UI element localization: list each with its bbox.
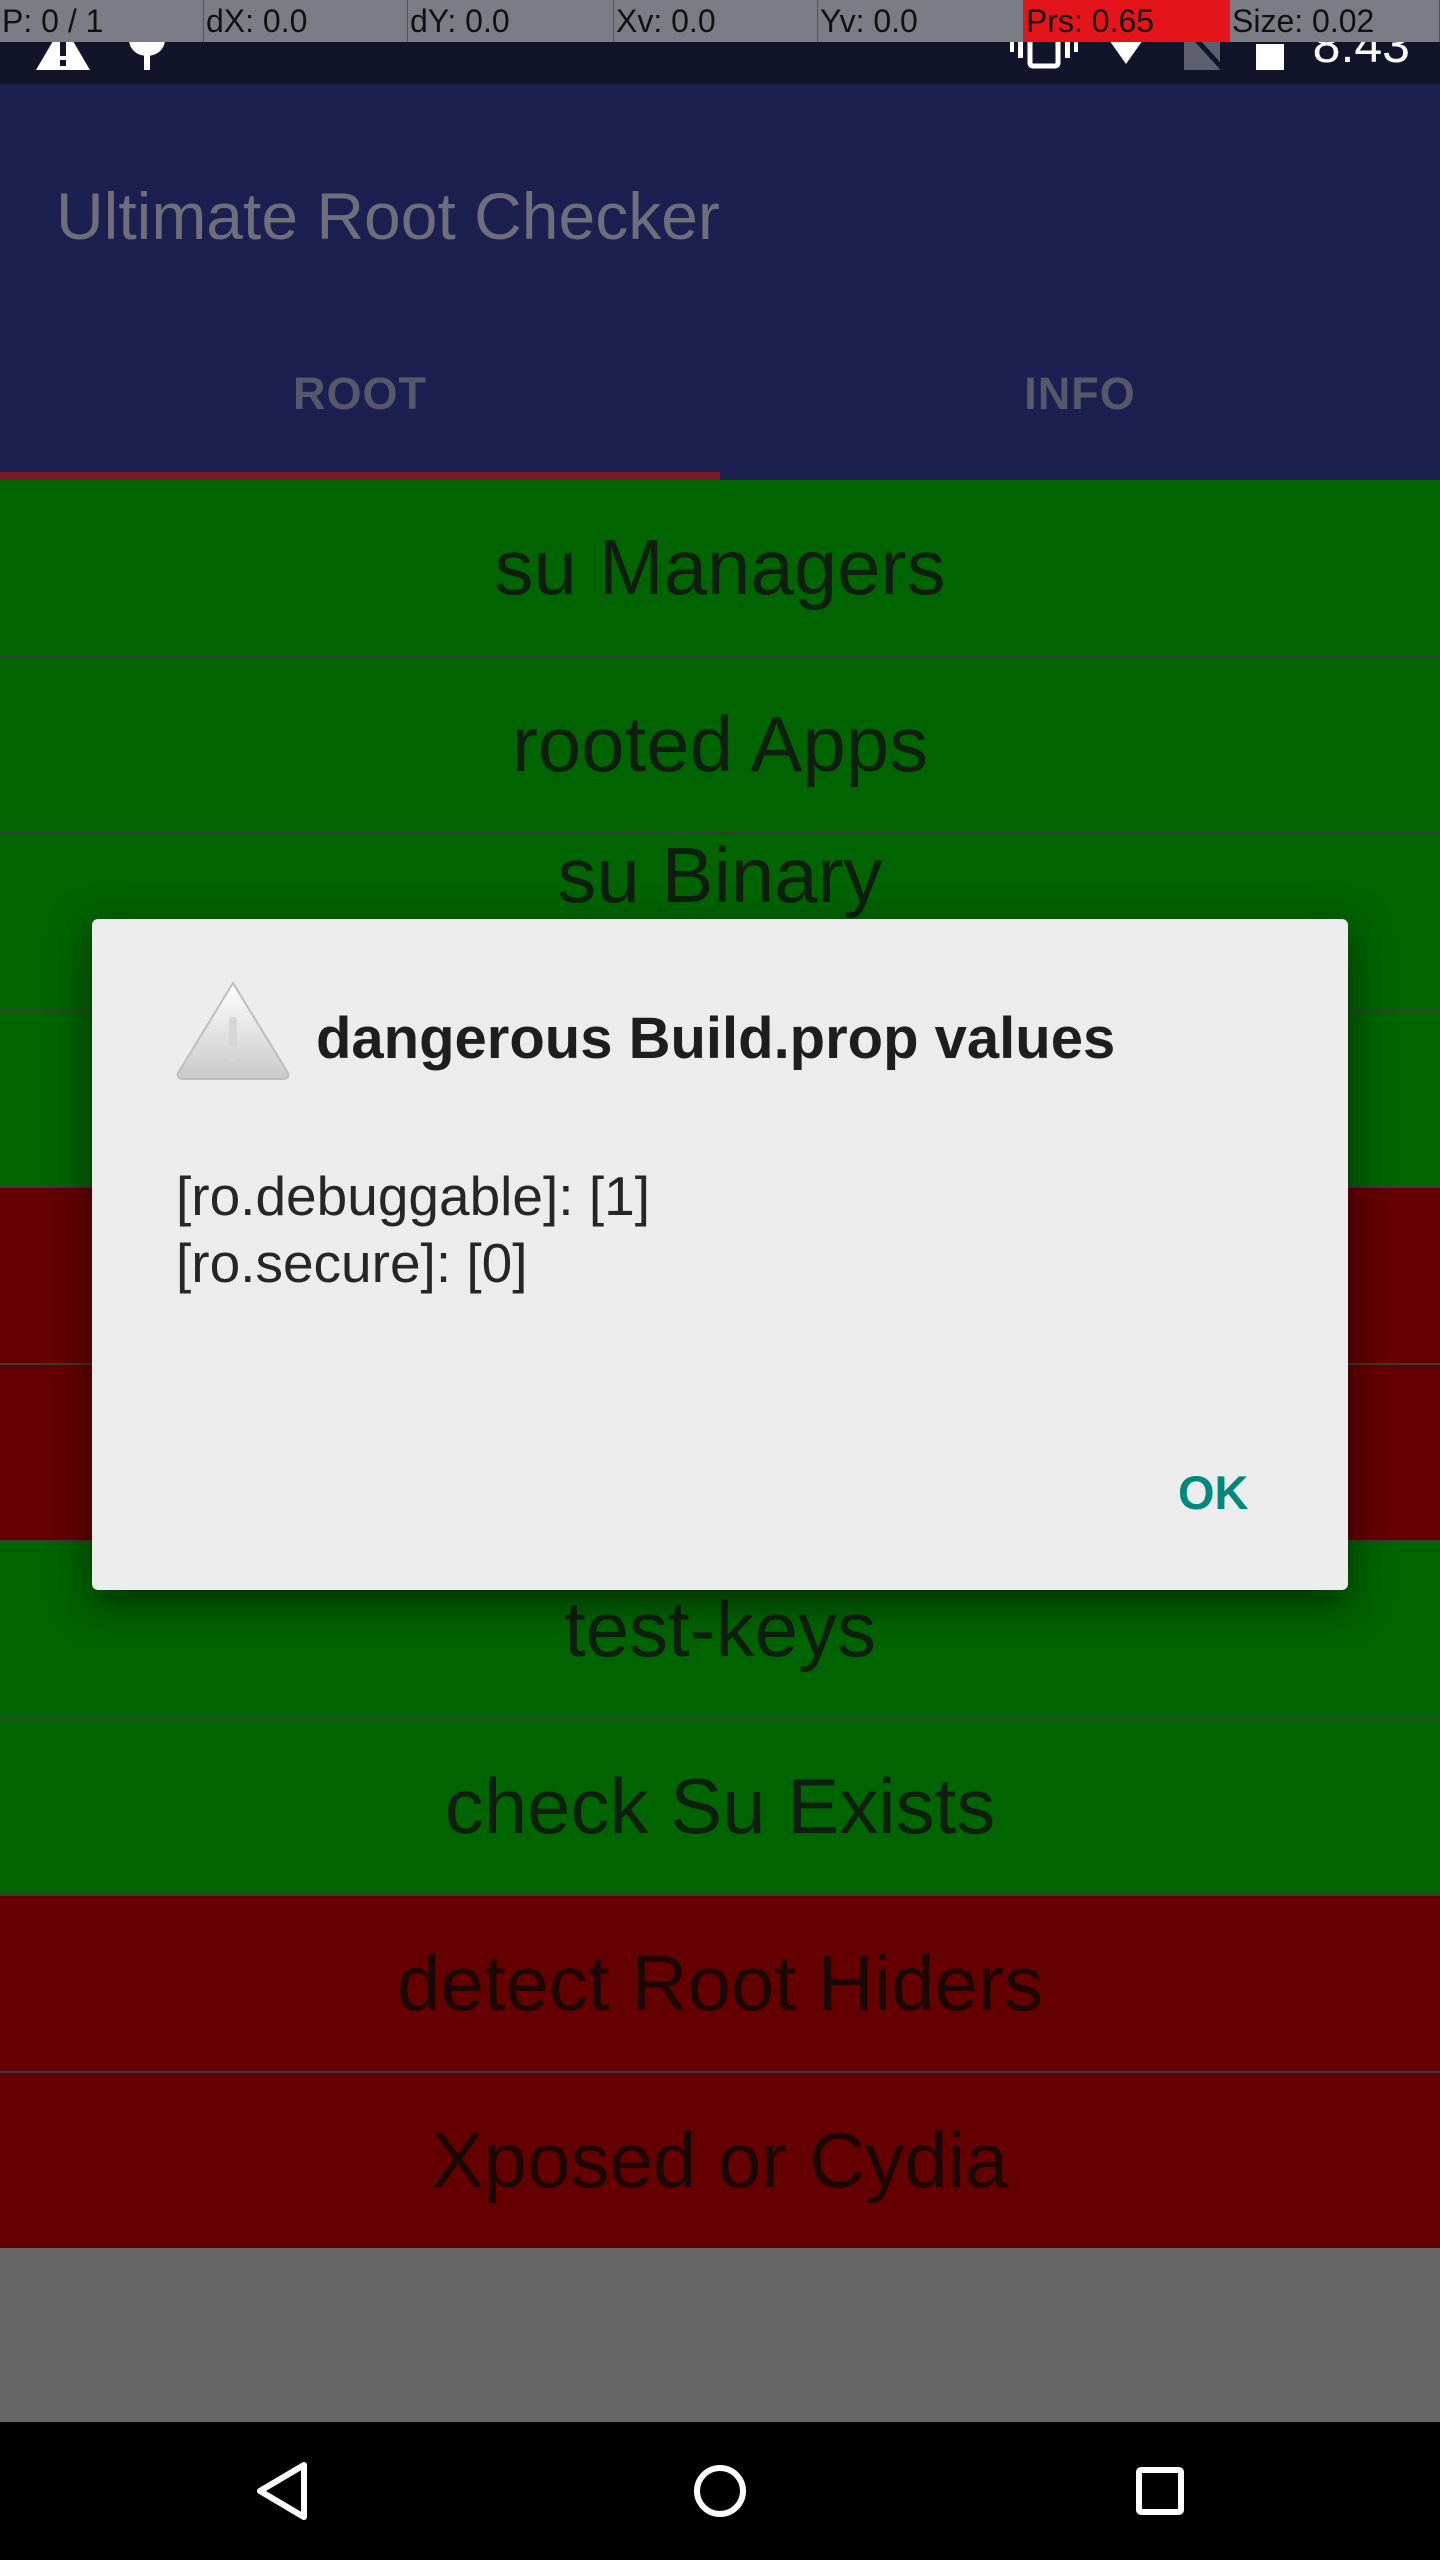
tab-info[interactable]: INFO	[720, 84, 1440, 480]
home-button[interactable]	[650, 2422, 790, 2560]
debug-pressure: Prs: 0.65	[1024, 0, 1230, 42]
dialog-message: [ro.debuggable]: [1] [ro.secure]: [0]	[176, 1163, 650, 1297]
back-icon	[257, 2462, 307, 2520]
check-row-su-managers[interactable]: su Managers	[0, 480, 1440, 657]
check-row-check-su-exists[interactable]: check Su Exists	[0, 1719, 1440, 1896]
debug-xv: Xv: 0.0	[614, 0, 818, 42]
debug-pointer-count: P: 0 / 1	[0, 0, 204, 42]
check-label: test-keys	[563, 1585, 877, 1673]
tab-label: INFO	[1024, 368, 1136, 419]
warning-icon	[176, 981, 290, 1080]
dialog-message-line: [ro.debuggable]: [1]	[176, 1165, 650, 1227]
check-row-detect-root-hiders[interactable]: detect Root Hiders	[0, 1896, 1440, 2073]
debug-yv: Yv: 0.0	[818, 0, 1024, 42]
navigation-bar	[0, 2422, 1440, 2560]
debug-dx: dX: 0.0	[204, 0, 408, 42]
tab-root[interactable]: ROOT	[0, 84, 720, 480]
tab-selected-indicator	[0, 472, 720, 480]
check-row-xposed-or-cydia[interactable]: Xposed or Cydia	[0, 2073, 1440, 2250]
check-label: detect Root Hiders	[397, 1939, 1043, 2027]
recents-icon	[1136, 2467, 1184, 2515]
debug-size: Size: 0.02	[1230, 0, 1440, 42]
dialog-title: dangerous Build.prop values	[316, 1006, 1116, 1071]
check-label: su Binary	[557, 831, 883, 919]
check-label: check Su Exists	[444, 1762, 996, 1850]
check-label: Xposed or Cydia	[431, 2116, 1009, 2204]
check-label: su Managers	[494, 523, 946, 611]
home-icon	[694, 2465, 746, 2517]
recents-button[interactable]	[1090, 2422, 1230, 2560]
check-row-rooted-apps[interactable]: rooted Apps	[0, 657, 1440, 834]
back-button[interactable]	[212, 2422, 352, 2560]
list-footer	[0, 2248, 1440, 2422]
dialog-message-line: [ro.secure]: [0]	[176, 1232, 528, 1294]
pointer-debug-bar: P: 0 / 1 dX: 0.0 dY: 0.0 Xv: 0.0 Yv: 0.0…	[0, 0, 1440, 42]
check-label: rooted Apps	[511, 700, 929, 788]
debug-dy: dY: 0.0	[408, 0, 614, 42]
alert-dialog: dangerous Build.prop values [ro.debuggab…	[92, 919, 1348, 1590]
ok-button[interactable]: OK	[1156, 1449, 1271, 1536]
tab-label: ROOT	[293, 368, 427, 419]
